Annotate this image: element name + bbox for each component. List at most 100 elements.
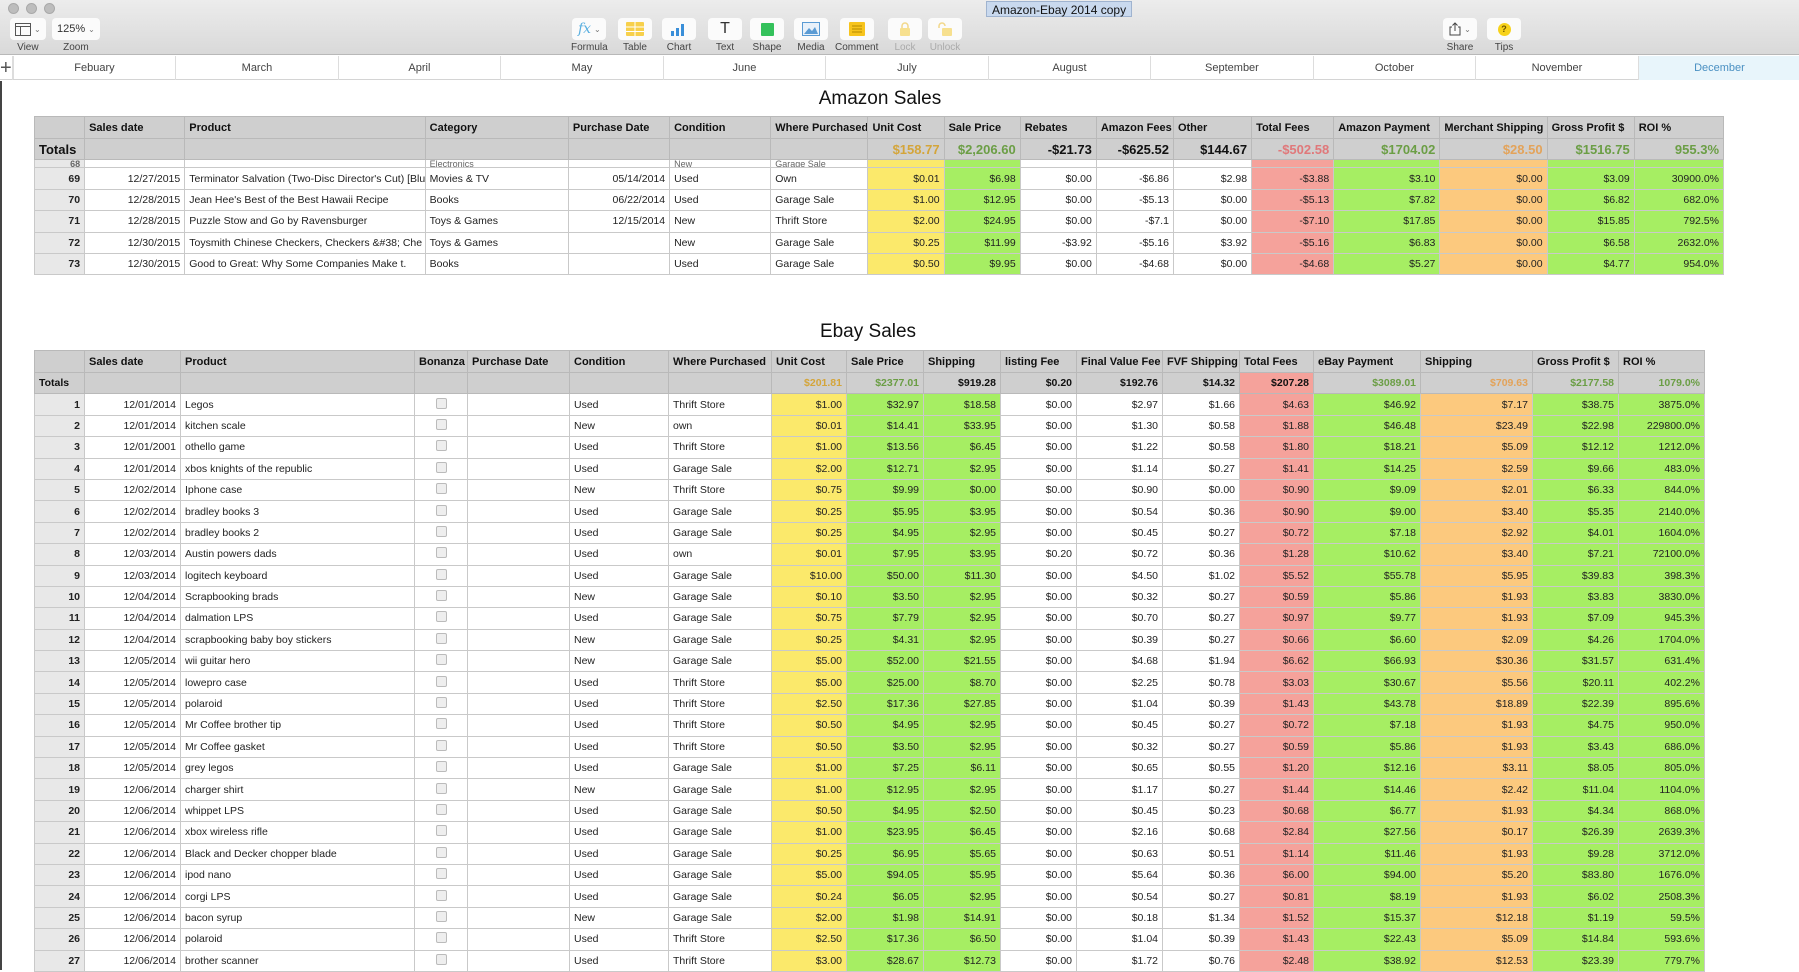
where-purchased-cell[interactable]: Garage Sale <box>770 188 869 212</box>
shipping-charged-cell[interactable]: $2.95 <box>923 778 1001 801</box>
fvf-shipping-cell[interactable]: $0.76 <box>1162 949 1240 972</box>
total-fees-cell[interactable]: $3.03 <box>1239 671 1314 694</box>
rebates-cell[interactable]: $0.00 <box>1019 252 1097 276</box>
unit-cost-cell[interactable]: $5.00 <box>771 671 847 694</box>
add-sheet-button[interactable]: + <box>0 56 13 80</box>
row-number[interactable]: 1 <box>34 393 85 416</box>
unit-cost-cell[interactable]: $2.50 <box>771 692 847 716</box>
sales-date-cell[interactable]: 12/28/2015 <box>84 188 186 212</box>
condition-cell[interactable]: Used <box>569 928 669 951</box>
bonanza-cell[interactable] <box>414 436 468 459</box>
where-purchased-cell[interactable]: Garage Sale <box>668 607 772 630</box>
shipping-charged-cell[interactable]: $33.95 <box>923 414 1001 438</box>
ebay-payment-cell[interactable]: $30.67 <box>1313 671 1421 694</box>
rebates-cell[interactable]: -$3.92 <box>1019 231 1097 254</box>
sheet-tab-june[interactable]: June <box>664 56 827 80</box>
ebay-payment-cell[interactable]: $9.77 <box>1313 607 1421 630</box>
bonanza-checkbox[interactable] <box>435 418 447 430</box>
purchase-date-cell[interactable]: 12/15/2014 <box>567 210 671 233</box>
purchase-date-cell[interactable] <box>467 757 570 780</box>
sales-date-cell[interactable]: 12/02/2014 <box>84 500 181 523</box>
fvf-shipping-cell[interactable]: $0.68 <box>1162 821 1240 844</box>
condition-cell[interactable]: Used <box>569 500 669 523</box>
final-value-fee-cell[interactable]: $0.54 <box>1076 500 1163 523</box>
total-fees-cell[interactable]: $0.97 <box>1239 607 1314 630</box>
listing-fee-cell[interactable]: $0.00 <box>1000 735 1077 759</box>
shipping-charged-cell[interactable]: $8.70 <box>923 671 1001 694</box>
ebay-payment-cell[interactable]: $27.56 <box>1313 821 1421 844</box>
shipping-cost-cell[interactable]: $7.17 <box>1420 393 1533 416</box>
total-amazon-payment[interactable]: $1704.02 <box>1333 137 1441 161</box>
totals-empty-cell[interactable] <box>668 371 772 395</box>
gross-profit-cell[interactable]: $26.39 <box>1532 821 1619 844</box>
roi-cell[interactable]: 3830.0% <box>1618 585 1705 609</box>
condition-cell[interactable]: Used <box>569 436 669 459</box>
sale-price-cell[interactable]: $25.00 <box>846 671 924 694</box>
ebay-payment-cell[interactable]: $38.92 <box>1313 949 1421 972</box>
sheet-tab-november[interactable]: November <box>1476 56 1639 80</box>
shipping-cost-cell[interactable]: $1.93 <box>1420 885 1533 908</box>
column-header[interactable]: ROI % <box>1633 116 1725 139</box>
ebay-payment-cell[interactable]: $9.00 <box>1313 500 1421 523</box>
bonanza-checkbox[interactable] <box>435 825 447 837</box>
total-fees-cell[interactable]: $1.28 <box>1239 543 1314 566</box>
total-listing-fee[interactable]: $0.20 <box>1000 371 1077 395</box>
total-fees-cell[interactable]: -$3.88 <box>1251 167 1335 190</box>
total-fees-cell[interactable]: $0.72 <box>1239 521 1314 545</box>
where-purchased-cell[interactable]: Garage Sale <box>668 821 772 844</box>
final-value-fee-cell[interactable]: $4.68 <box>1076 650 1163 673</box>
listing-fee-cell[interactable]: $0.00 <box>1000 436 1077 459</box>
bonanza-checkbox[interactable] <box>435 697 447 709</box>
listing-fee-cell[interactable]: $0.00 <box>1000 500 1077 523</box>
sale-price-cell[interactable]: $17.36 <box>846 928 924 951</box>
purchase-date-cell[interactable] <box>467 457 570 480</box>
gross-profit-cell[interactable]: $39.83 <box>1532 564 1619 587</box>
sheet-tab-july[interactable]: July <box>826 56 989 80</box>
shipping-cost-cell[interactable]: $3.11 <box>1420 757 1533 780</box>
share-button[interactable]: ⌄ Share <box>1443 18 1477 53</box>
sale-price-cell[interactable]: $23.95 <box>846 821 924 844</box>
sales-date-cell[interactable]: 12/04/2014 <box>84 628 181 652</box>
gross-profit-cell[interactable]: $8.05 <box>1532 757 1619 780</box>
listing-fee-cell[interactable]: $0.00 <box>1000 671 1077 694</box>
fvf-shipping-cell[interactable]: $0.27 <box>1162 735 1240 759</box>
rebates-cell[interactable]: $0.00 <box>1019 188 1097 212</box>
roi-cell[interactable]: 1104.0% <box>1618 778 1705 801</box>
total-gross-profit[interactable]: $1516.75 <box>1546 137 1635 161</box>
ebay-payment-cell[interactable]: $6.77 <box>1313 799 1421 823</box>
column-header[interactable]: Bonanza <box>414 350 468 373</box>
condition-cell[interactable]: Used <box>569 799 669 823</box>
listing-fee-cell[interactable]: $0.00 <box>1000 799 1077 823</box>
shipping-cost-cell[interactable]: $3.40 <box>1420 543 1533 566</box>
unit-cost-cell[interactable]: $1.00 <box>771 757 847 780</box>
ebay-payment-cell[interactable]: $5.86 <box>1313 735 1421 759</box>
shipping-cost-cell[interactable]: $5.20 <box>1420 863 1533 887</box>
gross-profit-cell[interactable]: $83.80 <box>1532 863 1619 887</box>
total-fees-cell[interactable]: $1.43 <box>1239 928 1314 951</box>
fvf-shipping-cell[interactable]: $0.51 <box>1162 842 1240 865</box>
total-ship-cost[interactable]: $709.63 <box>1420 371 1533 395</box>
product-cell[interactable]: bradley books 2 <box>180 521 415 545</box>
unit-cost-cell[interactable]: $1.00 <box>771 436 847 459</box>
purchase-date-cell[interactable] <box>567 159 671 169</box>
column-header[interactable]: eBay Payment <box>1313 350 1421 373</box>
product-cell[interactable]: bacon syrup <box>180 906 415 930</box>
shipping-charged-cell[interactable]: $6.50 <box>923 928 1001 951</box>
zoom-control[interactable]: 125% ⌄ Zoom <box>52 18 100 53</box>
unit-cost-cell[interactable]: $0.25 <box>771 521 847 545</box>
product-cell[interactable]: bradley books 3 <box>180 500 415 523</box>
column-header[interactable]: Shipping <box>923 350 1001 373</box>
product-cell[interactable]: Good to Great: Why Some Companies Make t… <box>184 252 426 276</box>
shipping-cost-cell[interactable]: $1.93 <box>1420 714 1533 737</box>
final-value-fee-cell[interactable]: $0.18 <box>1076 906 1163 930</box>
column-header[interactable]: Where Purchased <box>668 350 772 373</box>
row-number[interactable]: 12 <box>34 628 85 652</box>
product-cell[interactable]: polaroid <box>180 928 415 951</box>
shipping-charged-cell[interactable]: $27.85 <box>923 692 1001 716</box>
sales-date-cell[interactable]: 12/03/2014 <box>84 564 181 587</box>
bonanza-checkbox[interactable] <box>435 483 447 495</box>
condition-cell[interactable]: Used <box>569 671 669 694</box>
bonanza-cell[interactable] <box>414 628 468 652</box>
gross-profit-cell[interactable]: $4.01 <box>1532 521 1619 545</box>
column-header[interactable] <box>34 350 85 373</box>
